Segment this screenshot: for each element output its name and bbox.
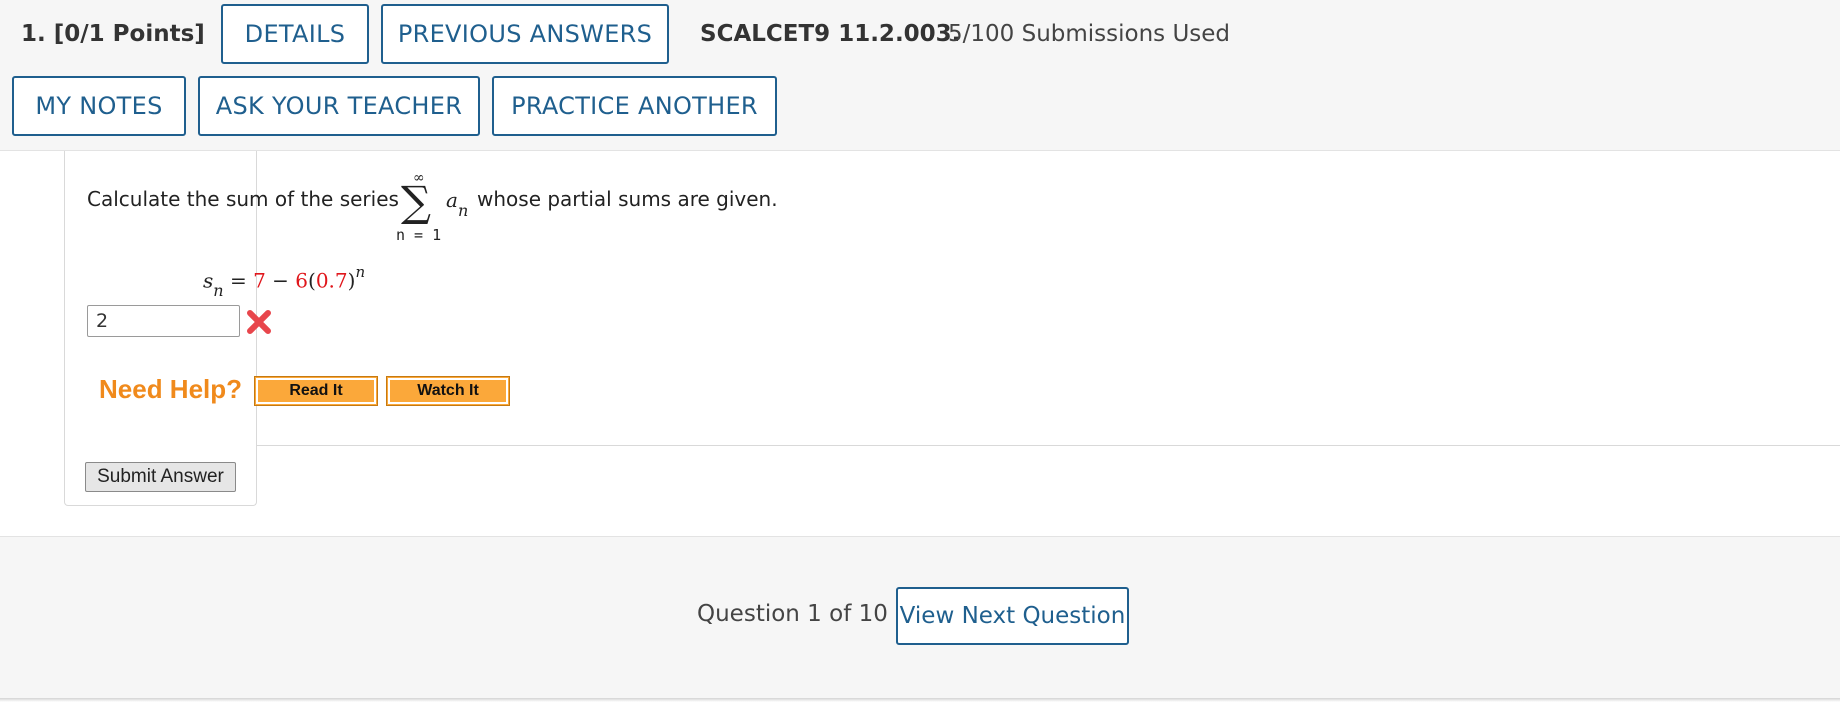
partial-sum-subscript: n: [213, 280, 224, 300]
term-variable: a: [446, 188, 458, 212]
constant-term: 7: [253, 268, 266, 293]
question-prompt-start: Calculate the sum of the series: [87, 187, 399, 211]
panel-divider: [257, 445, 1840, 446]
question-prompt-end: whose partial sums are given.: [477, 187, 778, 211]
sigma-symbol: ∑: [401, 177, 431, 226]
question-progress: Question 1 of 10: [697, 601, 888, 627]
problem-code: SCALCET9 11.2.003.: [700, 21, 961, 47]
need-help-label: Need Help?: [99, 374, 243, 404]
question-points-label: 1. [0/1 Points]: [21, 21, 205, 47]
series-notation: ∞ ∑ n = 1: [396, 170, 448, 248]
read-it-button[interactable]: Read It: [254, 376, 378, 406]
my-notes-button[interactable]: MY NOTES: [12, 76, 186, 136]
x-icon: [247, 310, 271, 334]
answer-input[interactable]: [87, 305, 240, 337]
exponent: n: [355, 263, 366, 281]
series-term: an: [446, 188, 468, 220]
view-next-question-button[interactable]: View Next Question: [896, 587, 1129, 645]
watch-it-button[interactable]: Watch It: [386, 376, 510, 406]
equals-sign: =: [229, 268, 247, 293]
practice-another-button[interactable]: PRACTICE ANOTHER: [492, 76, 777, 136]
submissions-used: 5/100 Submissions Used: [948, 21, 1231, 47]
ask-your-teacher-button[interactable]: ASK YOUR TEACHER: [198, 76, 480, 136]
partial-sum-variable: s: [203, 268, 214, 293]
partial-sum-formula: sn = 7 − 6(0.7)n: [203, 263, 366, 300]
minus-sign: −: [272, 268, 289, 293]
term-subscript: n: [457, 201, 469, 220]
ratio-base: 0.7: [315, 268, 348, 293]
open-paren: (: [308, 268, 316, 293]
sum-lower-limit: n = 1: [396, 226, 442, 244]
question-header: 1. [0/1 Points] DETAILS PREVIOUS ANSWERS…: [0, 0, 1840, 151]
coefficient: 6: [295, 268, 309, 293]
submit-answer-button[interactable]: Submit Answer: [85, 462, 236, 492]
footer-shadow: [0, 698, 1840, 702]
previous-answers-button[interactable]: PREVIOUS ANSWERS: [381, 4, 669, 64]
details-button[interactable]: DETAILS: [221, 4, 369, 64]
